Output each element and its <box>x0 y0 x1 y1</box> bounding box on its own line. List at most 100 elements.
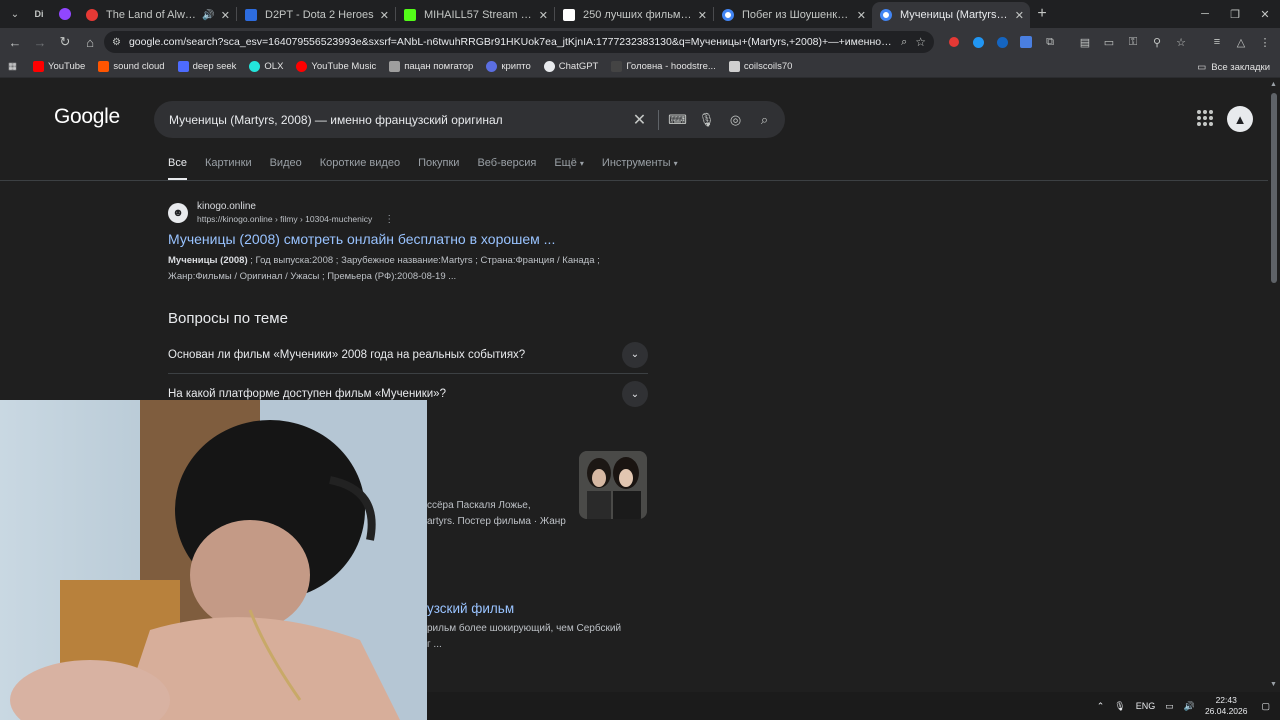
browser-tab[interactable]: The Land of Always Winter 🔊 ✕ <box>78 2 236 28</box>
site-name[interactable]: kinogo.online <box>197 201 394 212</box>
side-panel-icon[interactable]: ▭ <box>1101 34 1117 50</box>
site-url[interactable]: https://kinogo.online › filmy › 10304-mu… <box>197 214 372 224</box>
tab-shopping[interactable]: Покупки <box>418 157 459 181</box>
tab-title: D2PT - Dota 2 Heroes <box>265 9 374 21</box>
new-tab-button[interactable]: + <box>1030 5 1054 23</box>
chevron-down-icon[interactable]: ⌄ <box>622 341 648 368</box>
system-tray-chevron-icon[interactable]: ⌃ <box>1097 701 1105 712</box>
apps-grid-icon[interactable]: ▦ <box>8 61 17 72</box>
bookmark-star-icon[interactable]: ☆ <box>915 35 926 49</box>
pinned-tab-twitch[interactable] <box>52 3 78 25</box>
site-info-icon[interactable]: ⚙ <box>112 37 121 48</box>
google-logo[interactable]: Google <box>54 105 120 129</box>
reload-icon[interactable]: ↻ <box>53 30 77 54</box>
bookmark-youtube[interactable]: YouTube <box>32 61 85 72</box>
google-apps-icon[interactable] <box>1197 110 1213 126</box>
speaker-icon[interactable]: 🔊 <box>202 10 214 21</box>
microphone-icon[interactable]: 🎙 <box>692 105 721 134</box>
translate-extension-icon[interactable] <box>1018 34 1034 50</box>
tab-more[interactable]: Ещё ▾ <box>554 157 584 181</box>
dropdown-icon: ▾ <box>579 159 584 168</box>
notifications-icon[interactable]: ▢ <box>1261 701 1270 712</box>
chevron-down-icon[interactable]: ⌄ <box>622 381 648 407</box>
tab-all[interactable]: Все <box>168 157 187 181</box>
folder-icon: ▭ <box>1197 61 1207 73</box>
minimize-button[interactable]: ─ <box>1190 0 1220 28</box>
bookmark-coilscoils[interactable]: coilscoils70 <box>728 61 792 72</box>
language-indicator[interactable]: ENG <box>1136 701 1156 711</box>
pinned-tab-dota[interactable]: Di <box>26 3 52 25</box>
forward-icon[interactable]: → <box>28 30 52 54</box>
tab-images[interactable]: Картинки <box>205 157 252 181</box>
paa-question[interactable]: Основан ли фильм «Мученики» 2008 года на… <box>168 336 648 374</box>
profile-icon[interactable]: △ <box>1233 34 1249 50</box>
home-icon[interactable]: ⌂ <box>78 30 102 54</box>
search-box[interactable]: Мученицы (Martyrs, 2008) — именно францу… <box>154 101 785 138</box>
result-title-link[interactable]: узский фильм <box>427 601 514 616</box>
tab-web[interactable]: Веб-версия <box>477 157 536 181</box>
back-icon[interactable]: ← <box>3 30 27 54</box>
bookmark-youtube-music[interactable]: YouTube Music <box>296 61 376 72</box>
scrollbar-thumb[interactable] <box>1271 93 1277 283</box>
extensions-puzzle-icon[interactable]: ⧉ <box>1042 34 1058 50</box>
menu-dots-icon[interactable]: ⋮ <box>1257 34 1273 50</box>
tab-favicon <box>563 9 575 21</box>
browser-tab[interactable]: 250 лучших фильмов по верси ✕ <box>555 2 713 28</box>
tab-search-button[interactable]: ⌄ <box>4 3 26 25</box>
zoom-icon[interactable]: ⌕ <box>901 36 907 49</box>
browser-tab-active[interactable]: Мученицы (Martyrs, 2008) — и ✕ <box>872 2 1030 28</box>
password-key-icon[interactable]: ⚿ <box>1125 34 1141 50</box>
bookmark-patsan[interactable]: пацан помгатор <box>389 61 473 72</box>
favorites-icon[interactable]: ☆ <box>1173 34 1189 50</box>
search-input[interactable]: Мученицы (Martyrs, 2008) — именно францу… <box>169 113 625 127</box>
tab-groups-icon[interactable]: ▤ <box>1077 34 1093 50</box>
avatar[interactable]: ▲ <box>1227 106 1253 132</box>
close-icon[interactable]: ✕ <box>539 9 548 22</box>
result-title-link[interactable]: Мученицы (2008) смотреть онлайн бесплатн… <box>168 231 648 247</box>
all-bookmarks-button[interactable]: ▭ Все закладки <box>1197 56 1270 78</box>
tab-video[interactable]: Видео <box>270 157 302 181</box>
window-close-button[interactable]: ✕ <box>1250 0 1280 28</box>
bookmark-deepseek[interactable]: deep seek <box>177 61 236 72</box>
address-bar[interactable]: ⚙ google.com/search?sca_esv=164079556523… <box>104 31 934 53</box>
result-thumbnail[interactable] <box>579 451 647 519</box>
maximize-button[interactable]: ❐ <box>1220 0 1250 28</box>
search-icon[interactable]: ⌕ <box>750 105 779 134</box>
camera-lens-icon[interactable]: ◎ <box>721 105 750 134</box>
close-icon[interactable]: ✕ <box>857 9 866 22</box>
url-text[interactable]: google.com/search?sca_esv=16407955652399… <box>129 36 893 48</box>
clear-icon[interactable]: ✕ <box>625 105 654 134</box>
keyboard-icon[interactable]: ⌨ <box>663 105 692 134</box>
more-options-icon[interactable]: ⋮ <box>384 214 394 225</box>
extension-icon[interactable] <box>994 34 1010 50</box>
browser-tab[interactable]: MIHAILL57 Stream - Watch Live ✕ <box>396 2 554 28</box>
network-icon[interactable]: ▭ <box>1165 701 1174 712</box>
bookmark-chatgpt[interactable]: ChatGPT <box>543 61 598 72</box>
volume-icon[interactable]: 🔊 <box>1184 701 1195 712</box>
page-scrollbar[interactable]: ▲ ▼ <box>1268 79 1280 692</box>
bookmark-hoodstream[interactable]: Головна - hoodstre... <box>611 61 716 72</box>
close-icon[interactable]: ✕ <box>1015 9 1024 22</box>
google-favicon <box>880 9 892 21</box>
bookmark-soundcloud[interactable]: sound cloud <box>98 61 165 72</box>
reading-list-icon[interactable]: ≡ <box>1209 34 1225 50</box>
close-icon[interactable]: ✕ <box>221 9 230 22</box>
scroll-down-icon[interactable]: ▼ <box>1270 681 1277 688</box>
result-snippet-partial: ссёра Паскаля Ложье, <box>427 500 531 511</box>
tab-short-video[interactable]: Короткие видео <box>320 157 400 181</box>
tab-tools[interactable]: Инструменты ▾ <box>602 157 678 181</box>
extension-icon[interactable] <box>946 34 962 50</box>
close-icon[interactable]: ✕ <box>380 9 389 22</box>
bookmark-olx[interactable]: OLX <box>249 61 283 72</box>
close-icon[interactable]: ✕ <box>698 9 707 22</box>
bookmark-crypto[interactable]: крипто <box>486 61 531 72</box>
scroll-up-icon[interactable]: ▲ <box>1270 81 1277 88</box>
browser-tab[interactable]: D2PT - Dota 2 Heroes ✕ <box>237 2 395 28</box>
microphone-icon[interactable]: 🎙 <box>1114 701 1125 712</box>
clock[interactable]: 22:43 26.04.2026 <box>1205 695 1248 717</box>
extension-icon[interactable] <box>970 34 986 50</box>
result-snippet-partial: рильм более шокирующий, чем Сербский <box>427 623 622 634</box>
browser-tab[interactable]: Побег из Шоушенка - Поиск в ✕ <box>714 2 872 28</box>
location-icon[interactable]: ⚲ <box>1149 34 1165 50</box>
browser-toolbar: ← → ↻ ⌂ ⚙ google.com/search?sca_esv=1640… <box>0 28 1280 56</box>
